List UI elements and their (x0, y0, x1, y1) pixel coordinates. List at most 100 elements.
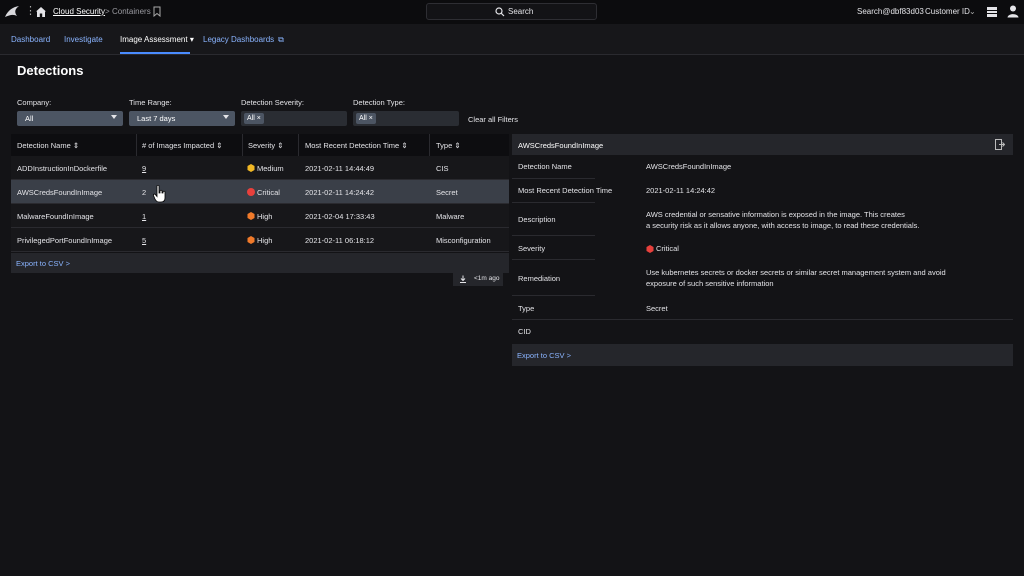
severity-filter-chip[interactable]: All × (244, 113, 264, 124)
top-bar: ⋮ Cloud Security > Containers Search Sea… (0, 0, 1024, 24)
detection-type-label: Detection Type: (353, 98, 405, 107)
breadcrumb-cloud-security[interactable]: Cloud Security (53, 7, 105, 16)
table-row[interactable]: ADDInstructionInDockerfile 9 Medium 2021… (11, 156, 509, 180)
table-row[interactable]: MalwareFoundInImage 1 High 2021-02-04 17… (11, 204, 509, 228)
chevron-down-icon[interactable]: ⌄ (969, 7, 976, 16)
table-header: Detection Name ⇕ # of Images Impacted ⇕ … (11, 134, 509, 156)
active-tab-indicator (120, 52, 190, 54)
sort-icon: ⇕ (401, 141, 408, 150)
tab-investigate[interactable]: Investigate (64, 35, 103, 44)
images-impacted-link[interactable]: 5 (142, 236, 146, 245)
detail-value-remediation-line1: Use kubernetes secrets or docker secrets… (646, 268, 946, 277)
tab-dashboard[interactable]: Dashboard (11, 35, 50, 44)
detection-name: PrivilegedPortFoundInImage (17, 236, 113, 245)
detail-label-time: Most Recent Detection Time (518, 186, 613, 195)
high-severity-icon (247, 236, 255, 244)
page-title: Detections (17, 63, 84, 78)
detail-footer: Export to CSV > (512, 344, 1013, 366)
type-chip-label: All (359, 115, 367, 122)
global-search[interactable]: Search (426, 3, 597, 20)
header-images-impacted[interactable]: # of Images Impacted ⇕ (142, 141, 223, 150)
header-severity[interactable]: Severity ⇕ (248, 141, 283, 150)
caret-down-icon: ▾ (187, 35, 194, 44)
header-detection-time[interactable]: Most Recent Detection Time ⇕ (305, 141, 408, 150)
falcon-logo-icon[interactable] (4, 4, 20, 20)
sort-icon: ⇕ (216, 141, 223, 150)
hand-cursor-icon (153, 185, 166, 203)
account-name[interactable]: Search@dbf83d03 (857, 7, 924, 16)
remove-chip-icon[interactable]: × (257, 115, 261, 122)
severity-label: High (257, 212, 273, 221)
last-refresh-time: <1m ago (474, 275, 500, 282)
critical-severity-icon (646, 245, 654, 253)
severity-label: Critical (257, 188, 280, 197)
sort-icon: ⇕ (454, 141, 461, 150)
detection-severity-label: Detection Severity: (241, 98, 304, 107)
remove-chip-icon[interactable]: × (369, 115, 373, 122)
customer-id-selector[interactable]: Customer ID (925, 7, 970, 16)
detail-value-description-line2: a security risk as it allows anyone, wit… (646, 221, 920, 230)
tab-legacy-dashboards[interactable]: Legacy Dashboards ⧉ (203, 35, 284, 45)
detection-type: Malware (436, 212, 465, 221)
time-range-value: Last 7 days (137, 114, 176, 123)
tab-image-assessment-label: Image Assessment (120, 35, 188, 44)
clear-all-filters-button[interactable]: Clear all Filters (468, 115, 518, 124)
detail-label-name: Detection Name (518, 162, 572, 171)
export-csv-link[interactable]: Export to CSV > (16, 259, 70, 268)
detail-label-cid: CID (518, 327, 531, 336)
detail-value-description-line1: AWS credential or sensative information … (646, 210, 905, 219)
refresh-indicator[interactable]: <1m ago (453, 272, 503, 286)
home-icon[interactable] (35, 6, 47, 18)
table-row[interactable]: AWSCredsFoundInImage 2 Critical 2021-02-… (11, 180, 509, 204)
severity-label: High (257, 236, 273, 245)
breadcrumb-separator: > (105, 7, 110, 16)
time-range-label: Time Range: (129, 98, 172, 107)
critical-severity-icon (247, 188, 255, 196)
detection-type: CIS (436, 164, 449, 173)
breadcrumb-containers: Containers (112, 7, 151, 16)
sort-icon: ⇕ (277, 141, 284, 150)
bookmark-icon[interactable] (153, 6, 161, 17)
detection-time: 2021-02-11 06:18:12 (305, 236, 375, 245)
tab-legacy-dashboards-label: Legacy Dashboards (203, 35, 275, 44)
severity-chip-label: All (247, 115, 255, 122)
nav-bar: Dashboard Investigate Image Assessment ▾… (0, 24, 1024, 55)
company-label: Company: (17, 98, 52, 107)
detection-name: MalwareFoundInImage (17, 212, 94, 221)
search-label: Search (508, 7, 534, 16)
medium-severity-icon (247, 164, 255, 172)
detection-name: AWSCredsFoundInImage (17, 188, 103, 197)
close-panel-icon[interactable] (995, 139, 1005, 150)
panels-icon[interactable] (986, 6, 998, 18)
detection-time: 2021-02-04 17:33:43 (305, 212, 375, 221)
company-dropdown[interactable]: All (17, 111, 123, 126)
header-detection-name[interactable]: Detection Name ⇕ (17, 141, 79, 150)
images-impacted-link[interactable]: 9 (142, 164, 146, 173)
header-type[interactable]: Type ⇕ (436, 141, 461, 150)
table-footer: Export to CSV > (11, 253, 509, 273)
detail-value-remediation-line2: exposure of such sensitive information (646, 279, 774, 288)
detection-name: ADDInstructionInDockerfile (17, 164, 108, 173)
detail-value-severity: Critical (656, 244, 679, 253)
sort-icon: ⇕ (72, 141, 80, 150)
detail-label-description: Description (518, 215, 556, 224)
time-range-dropdown[interactable]: Last 7 days (129, 111, 235, 126)
detection-time: 2021-02-11 14:24:42 (305, 188, 375, 197)
download-icon[interactable] (459, 275, 467, 283)
detection-type-select[interactable]: All × (353, 111, 459, 126)
table-row[interactable]: PrivilegedPortFoundInImage 5 High 2021-0… (11, 228, 509, 252)
caret-down-icon (111, 115, 117, 119)
detection-severity-select[interactable]: All × (241, 111, 347, 126)
images-impacted-link[interactable]: 1 (142, 212, 146, 221)
detail-title: AWSCredsFoundInImage (518, 141, 604, 150)
detail-export-csv-link[interactable]: Export to CSV > (517, 351, 571, 360)
detail-label-severity: Severity (518, 244, 546, 253)
images-impacted-link[interactable]: 2 (142, 188, 146, 197)
search-icon (495, 7, 505, 17)
type-filter-chip[interactable]: All × (356, 113, 376, 124)
tab-image-assessment[interactable]: Image Assessment ▾ (120, 35, 194, 44)
detection-time: 2021-02-11 14:44:49 (305, 164, 375, 173)
user-icon[interactable] (1007, 5, 1019, 18)
severity-label: Medium (257, 164, 284, 173)
detail-label-type: Type (518, 304, 535, 313)
